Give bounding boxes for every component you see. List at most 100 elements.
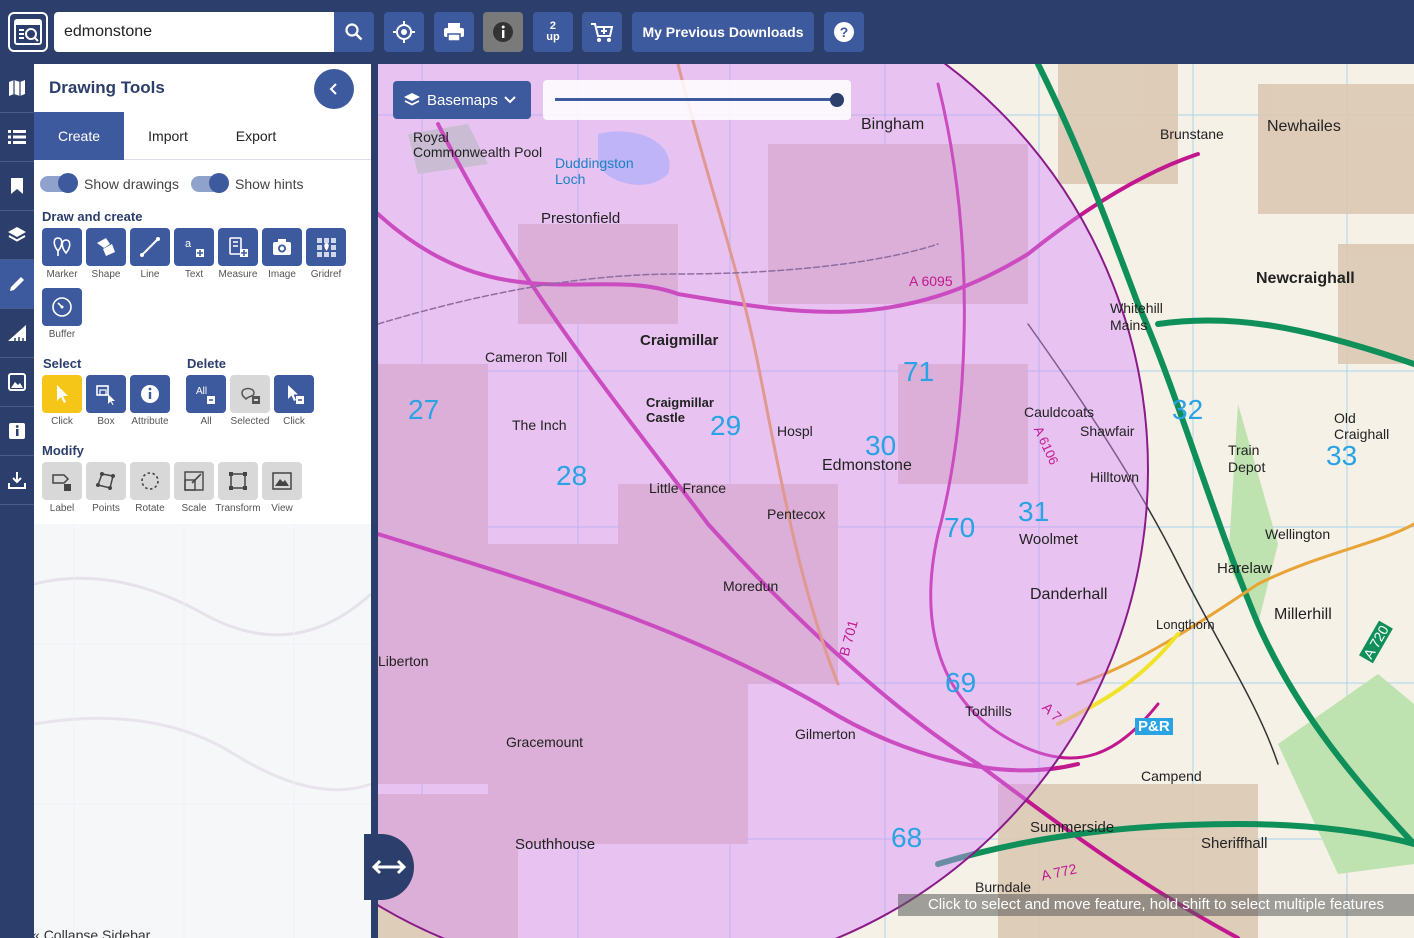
- modify-view-label: View: [271, 503, 293, 514]
- select-attribute-tool[interactable]: Attribute: [130, 375, 170, 427]
- show-drawings-label: Show drawings: [84, 176, 179, 192]
- modify-view-tool[interactable]: View: [262, 462, 302, 514]
- gridref-tool[interactable]: Gridref: [306, 228, 346, 280]
- rail-layers[interactable]: [0, 211, 34, 260]
- label-hilltown: Hilltown: [1090, 469, 1140, 485]
- rail-list[interactable]: [0, 113, 34, 162]
- label-liberton: Liberton: [378, 653, 429, 669]
- basemaps-dropdown[interactable]: Basemaps: [393, 81, 531, 119]
- rail-measure[interactable]: [0, 309, 34, 358]
- os-map-base: [378, 64, 1414, 938]
- rail-photos[interactable]: [0, 358, 34, 407]
- label-harelaw: Harelaw: [1217, 560, 1273, 577]
- show-hints-toggle-row[interactable]: Show hints: [191, 173, 303, 193]
- label-whitehill-mains: Whitehill Mains: [1110, 300, 1163, 333]
- rail-download[interactable]: [0, 456, 34, 505]
- list-icon: [8, 130, 26, 144]
- label-burndale: Burndale: [975, 879, 1032, 895]
- label-gilmerton: Gilmerton: [795, 726, 856, 742]
- label-hospital: Hospl: [777, 423, 813, 439]
- line-tool[interactable]: Line: [130, 228, 170, 280]
- label-brunstane: Brunstane: [1160, 126, 1224, 142]
- label-cauldcoats: Cauldcoats: [1024, 404, 1095, 420]
- faded-map-texture: [34, 524, 371, 938]
- label-campend: Campend: [1141, 768, 1202, 784]
- app-window: 2up My Previous Downloads ? D: [0, 0, 1414, 938]
- sidebar-divider[interactable]: [371, 64, 378, 938]
- opacity-slider-knob[interactable]: [830, 93, 844, 107]
- rail-info[interactable]: [0, 407, 34, 456]
- download-icon: [8, 472, 26, 489]
- opacity-slider-track[interactable]: [555, 98, 837, 101]
- select-box-tool[interactable]: Box: [86, 375, 126, 427]
- label-cameron-toll: Cameron Toll: [485, 349, 568, 365]
- modify-label-tool[interactable]: Label: [42, 462, 82, 514]
- map-search-logo-icon[interactable]: [8, 12, 48, 52]
- delete-click-label: Click: [283, 416, 305, 427]
- modify-label-label: Label: [49, 503, 75, 514]
- scale-icon: [184, 471, 204, 491]
- modify-rotate-tool[interactable]: Rotate: [130, 462, 170, 514]
- show-hints-toggle[interactable]: [191, 173, 229, 193]
- tab-import[interactable]: Import: [124, 112, 212, 160]
- label-millerhill: Millerhill: [1274, 606, 1332, 623]
- rail-maps[interactable]: [0, 64, 34, 113]
- modify-transform-tool[interactable]: Transform: [215, 462, 261, 514]
- shape-label: Shape: [91, 269, 121, 280]
- modify-transform-label: Transform: [215, 503, 261, 514]
- search-input[interactable]: [54, 12, 335, 52]
- rail-drawing[interactable]: [0, 260, 34, 309]
- collapse-panel-button[interactable]: [314, 69, 354, 109]
- attribute-info-icon: [141, 385, 159, 403]
- delete-click-tool[interactable]: Click: [274, 375, 314, 427]
- collapse-sidebar-link[interactable]: « Collapse Sidebar: [34, 927, 150, 938]
- panel-tabs: Create Import Export: [34, 112, 371, 160]
- pencil-icon: [10, 277, 24, 291]
- two-up-button[interactable]: 2 up: [533, 12, 573, 52]
- info-button[interactable]: [483, 12, 523, 52]
- marker-tool[interactable]: Marker: [42, 228, 82, 280]
- label-moredun: Moredun: [723, 578, 779, 594]
- grid-number-68: 68: [891, 822, 923, 853]
- svg-text:?: ?: [840, 24, 849, 40]
- help-button[interactable]: ?: [824, 12, 864, 52]
- rail-bookmarks[interactable]: [0, 162, 34, 211]
- label-prestonfield: Prestonfield: [541, 210, 621, 227]
- delete-selected-tool[interactable]: Selected: [230, 375, 270, 427]
- modify-points-tool[interactable]: Points: [86, 462, 126, 514]
- buffer-label: Buffer: [48, 329, 76, 340]
- add-to-cart-icon: [591, 23, 614, 42]
- tab-export[interactable]: Export: [212, 112, 300, 160]
- image-tool[interactable]: Image: [262, 228, 302, 280]
- select-click-tool[interactable]: Click: [42, 375, 82, 427]
- text-tool[interactable]: a Text: [174, 228, 214, 280]
- print-button[interactable]: [434, 12, 474, 52]
- buffer-tool[interactable]: Buffer: [42, 288, 82, 340]
- previous-downloads-button[interactable]: My Previous Downloads: [632, 12, 814, 52]
- map-hint-text: Click to select and move feature, hold s…: [898, 894, 1414, 916]
- locate-button[interactable]: [384, 12, 424, 52]
- tab-create[interactable]: Create: [34, 112, 124, 160]
- cart-button[interactable]: [582, 12, 622, 52]
- marker-label: Marker: [46, 269, 78, 280]
- map-canvas[interactable]: Bingham Craigmillar Edmonstone Newcraigh…: [378, 64, 1414, 938]
- show-drawings-toggle-row[interactable]: Show drawings: [40, 173, 179, 193]
- opacity-slider-panel: [543, 80, 851, 120]
- layers-icon: [8, 227, 26, 242]
- shape-tool[interactable]: Shape: [86, 228, 126, 280]
- modify-scale-tool[interactable]: Scale: [174, 462, 214, 514]
- label-craigmillar: Craigmillar: [640, 332, 719, 349]
- show-drawings-toggle[interactable]: [40, 173, 78, 193]
- label-newhailes: Newhailes: [1267, 118, 1341, 135]
- label-todhills: Todhills: [965, 703, 1012, 719]
- delete-all-icon: All: [196, 386, 215, 404]
- shape-icon: [97, 238, 115, 256]
- grid-number-69: 69: [945, 667, 977, 698]
- delete-all-tool[interactable]: All All: [186, 375, 226, 427]
- search-button[interactable]: [334, 12, 374, 52]
- measure-icon: [229, 237, 248, 257]
- side-rail: [0, 64, 34, 938]
- modify-heading: Modify: [42, 443, 84, 458]
- label-road-a6095: A 6095: [909, 273, 953, 289]
- measure-tool[interactable]: Measure: [218, 228, 258, 280]
